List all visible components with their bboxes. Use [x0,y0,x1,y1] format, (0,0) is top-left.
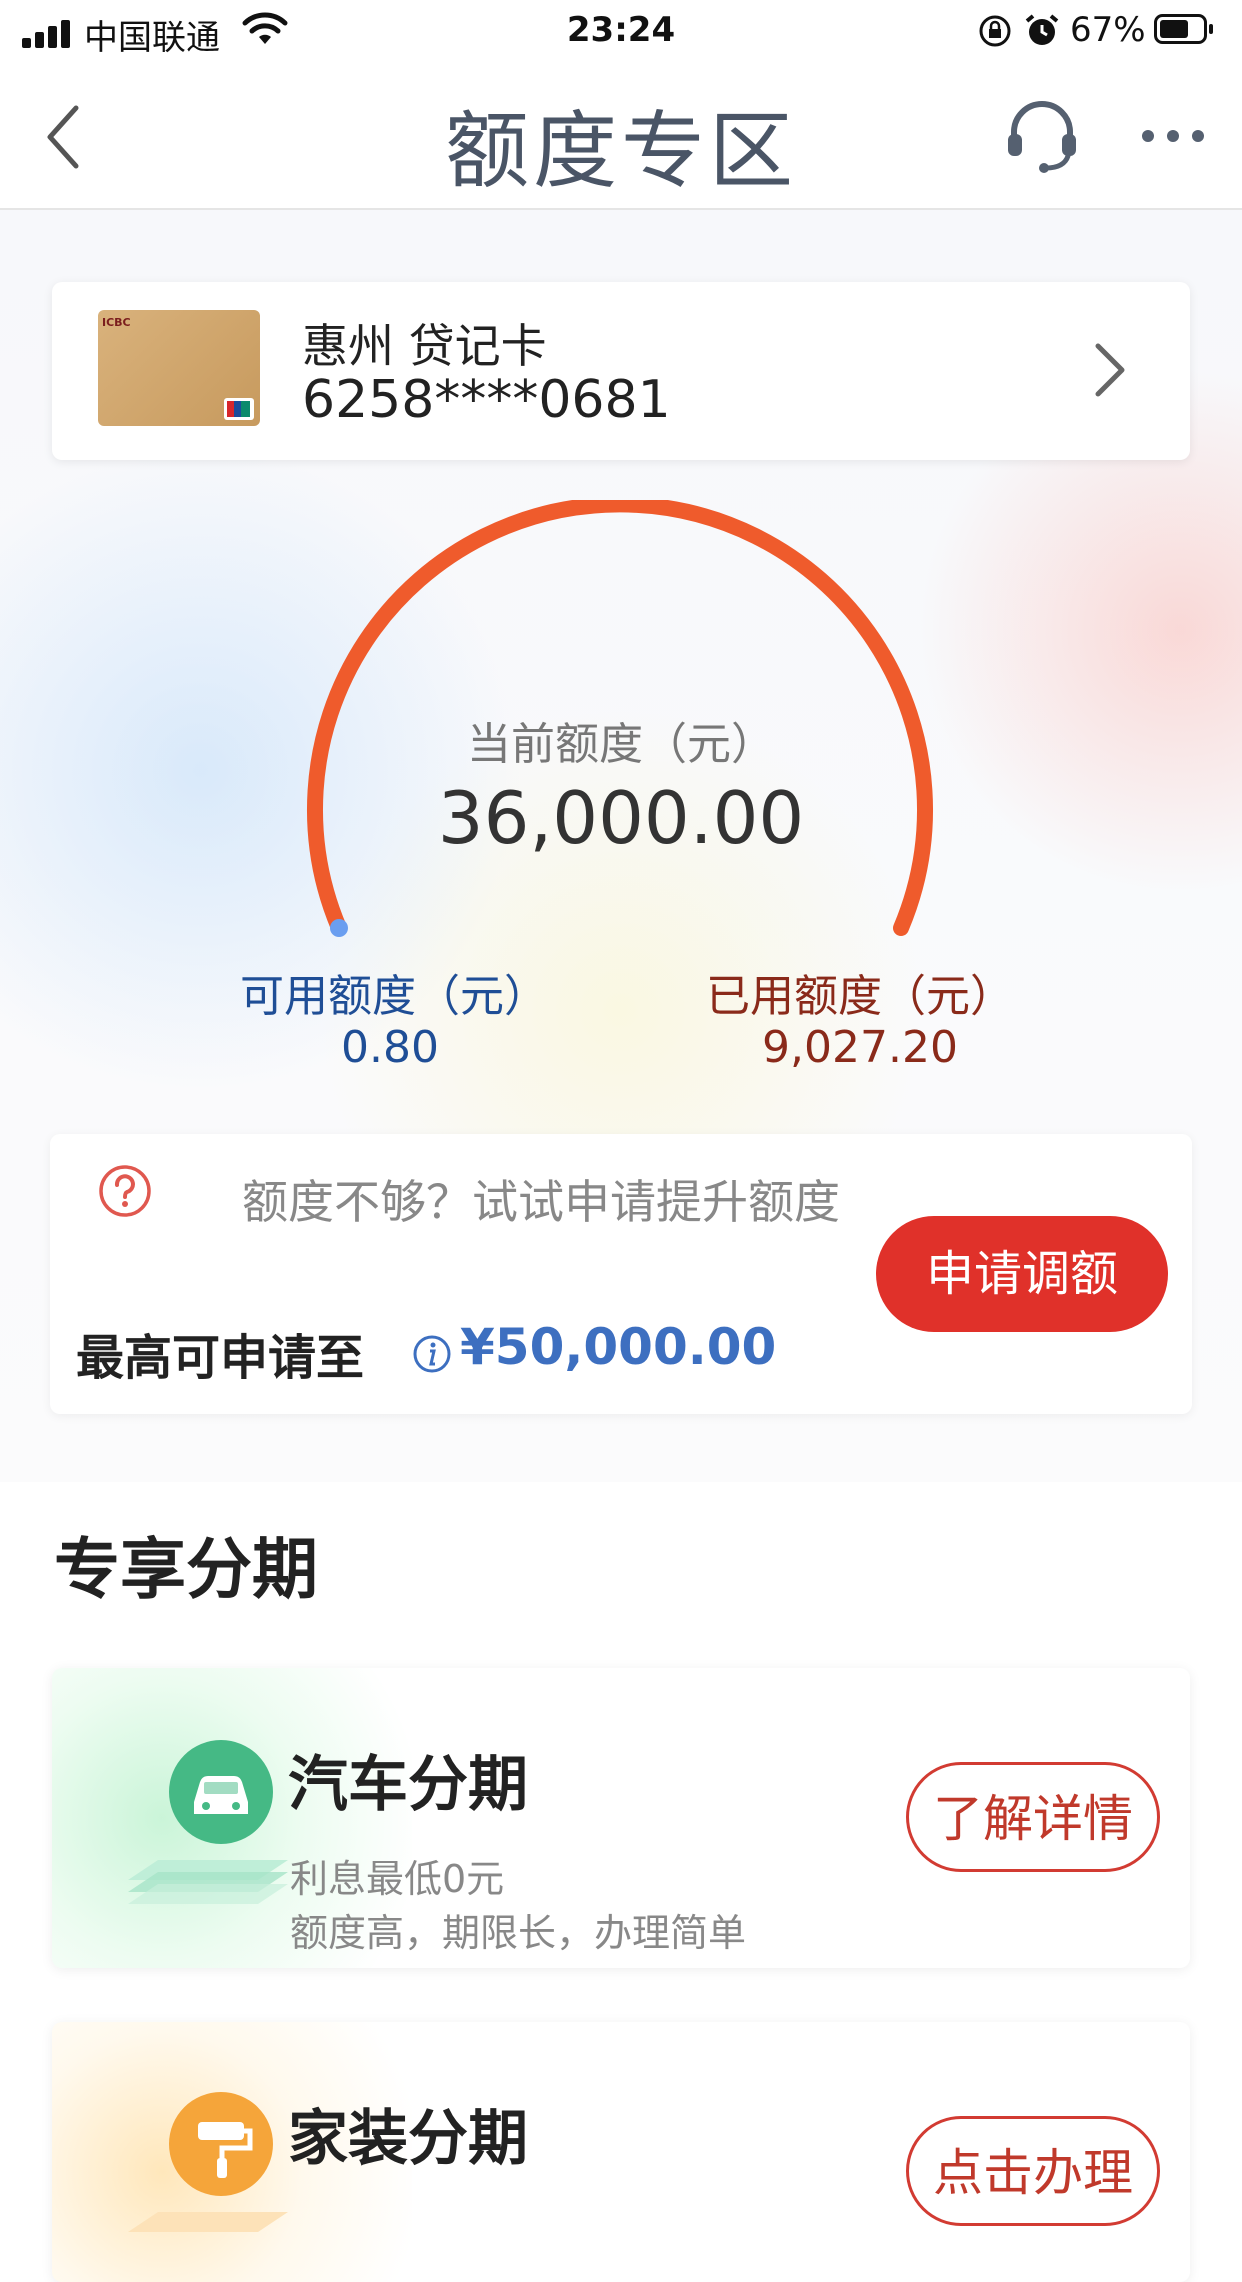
installment-subtitle: 利息最低0元 [290,1857,505,1901]
car-installment-card[interactable]: 汽车分期 利息最低0元 额度高，期限长，办理简单 了解详情 [52,1668,1190,1968]
gauge-start-dot [330,919,348,937]
unionpay-logo-icon [224,398,254,420]
home-installment-card[interactable]: 家装分期 点击办理 [52,2022,1190,2282]
limit-upgrade-card: 额度不够？试试申请提升额度 最高可申请至 ¥50,000.00 申请调额 [50,1134,1192,1414]
info-icon[interactable] [412,1334,452,1374]
card-selector[interactable]: ICBC 惠州 贷记卡 6258****0681 [52,282,1190,460]
apply-adjust-button[interactable]: 申请调额 [876,1216,1168,1332]
upgrade-prompt: 额度不够？试试申请提升额度 [242,1175,840,1229]
customer-service-icon[interactable] [1004,98,1080,174]
current-limit-value: 36,000.00 [437,776,805,860]
orientation-lock-icon [979,15,1011,47]
battery-percent: 67% [1070,10,1146,50]
max-limit-value: ¥50,000.00 [460,1318,777,1376]
car-icon [128,1740,288,1904]
section-title: 专享分期 [54,1531,318,1608]
available-limit-label: 可用额度（元） [240,971,548,1022]
card-name: 惠州 贷记卡 [302,319,547,373]
learn-more-button[interactable]: 了解详情 [906,1762,1160,1872]
installment-title: 汽车分期 [288,1750,528,1820]
nav-bar: 额度专区 [0,62,1242,210]
installment-title: 家装分期 [288,2104,528,2174]
apply-now-button[interactable]: 点击办理 [906,2116,1160,2226]
status-bar: 中国联通 23:24 67% [0,0,1242,62]
alarm-icon [1025,14,1059,45]
max-limit-label: 最高可申请至 [76,1330,365,1386]
used-limit-value: 9,027.20 [762,1022,958,1073]
current-limit-label: 当前额度（元） [467,719,775,770]
paint-roller-icon [128,2092,288,2232]
card-number: 6258****0681 [302,370,671,430]
battery-icon [1154,14,1213,44]
bank-card-image: ICBC [98,310,260,426]
chevron-right-icon [1095,343,1125,397]
installment-description: 额度高，期限长，办理简单 [290,1911,747,1955]
available-limit-value: 0.80 [341,1022,439,1073]
more-icon[interactable] [1140,128,1206,144]
used-limit-label: 已用额度（元） [706,971,1014,1022]
